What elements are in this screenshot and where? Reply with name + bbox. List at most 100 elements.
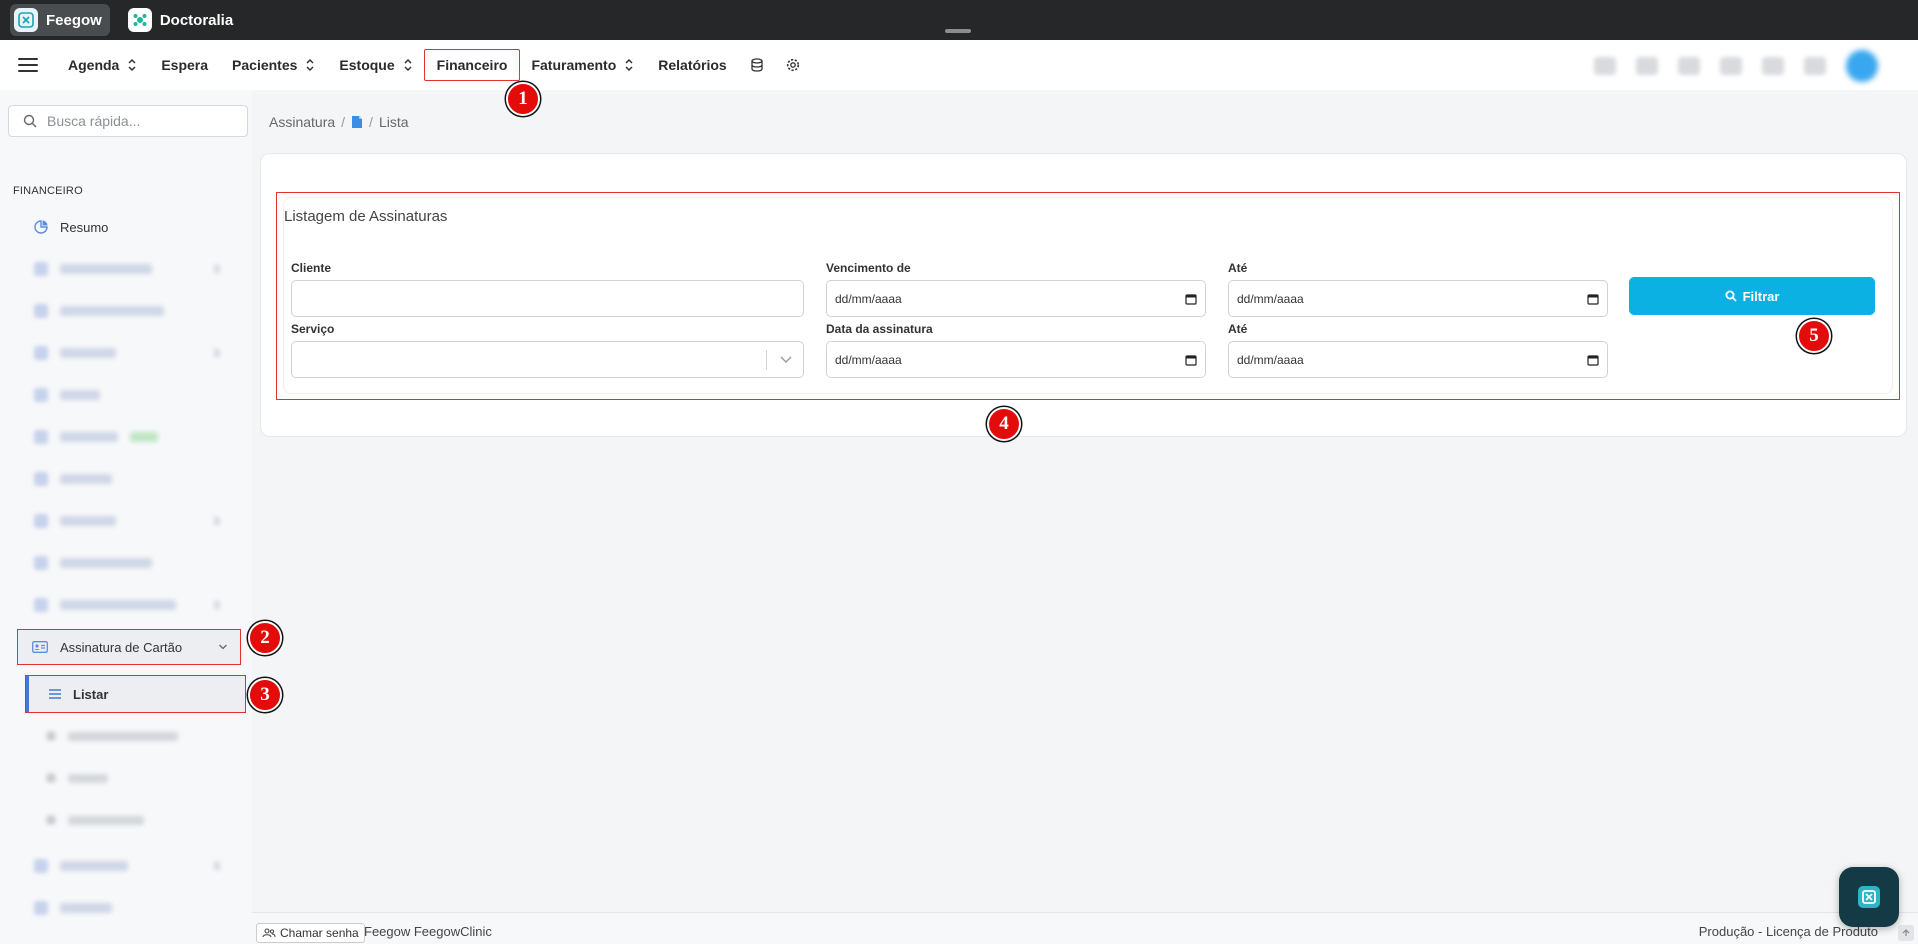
blurred-icon [34, 346, 48, 360]
sidebar-item-blurred[interactable] [22, 293, 234, 329]
cliente-label: Cliente [291, 261, 332, 275]
sidebar-item-blurred[interactable] [22, 419, 234, 455]
arrow-up-icon[interactable] [1898, 925, 1914, 941]
calendar-icon[interactable] [1587, 293, 1599, 305]
sidebar-item-assinatura-cartao[interactable]: Assinatura de Cartão [17, 629, 241, 665]
cliente-input[interactable] [291, 280, 804, 317]
sidebar-item-blurred[interactable] [22, 335, 234, 371]
sidebar-subitem-label: Listar [73, 686, 109, 702]
phone-icon[interactable] [1594, 57, 1616, 75]
vencimento-label: Vencimento de [826, 261, 911, 275]
bell-icon[interactable] [1804, 57, 1826, 75]
blurred-label [68, 731, 178, 741]
avatar[interactable] [1846, 50, 1878, 82]
feegow-chat-icon [1858, 886, 1880, 908]
blurred-icon [34, 388, 48, 402]
blurred-label [60, 306, 164, 316]
user-icon[interactable] [1720, 57, 1742, 75]
data-assinatura-ate-input[interactable]: dd/mm/aaaa [1228, 341, 1608, 378]
blurred-badge [130, 432, 158, 442]
blurred-icon [34, 598, 48, 612]
chevron-down-icon [219, 644, 227, 650]
nav-pacientes[interactable]: Pacientes [220, 50, 327, 80]
filter-icon[interactable] [1678, 57, 1700, 75]
data-assinatura-input[interactable]: dd/mm/aaaa [826, 341, 1206, 378]
blurred-label [60, 861, 128, 871]
nav-label: Estoque [339, 57, 395, 73]
sidebar-subitem-listar[interactable]: Listar [25, 675, 246, 713]
calendar-icon[interactable] [1587, 354, 1599, 366]
blurred-icon [34, 304, 48, 318]
nav-label: Pacientes [232, 57, 298, 73]
nav-financeiro[interactable]: Financeiro [423, 49, 521, 81]
blurred-icon [46, 773, 56, 783]
breadcrumb-lista: Lista [378, 114, 409, 130]
blurred-label [60, 558, 152, 568]
filtrar-button[interactable]: Filtrar [1629, 277, 1875, 315]
nav-relatorios[interactable]: Relatórios [646, 50, 738, 80]
blurred-icon [46, 815, 56, 825]
chat-icon[interactable] [1762, 57, 1784, 75]
calendar-icon[interactable] [1185, 354, 1197, 366]
app-tab-doctoralia[interactable]: Doctoralia [124, 4, 241, 36]
sidebar-subitem-blurred[interactable] [34, 718, 178, 754]
sidebar-item-blurred[interactable] [22, 848, 234, 884]
chamar-senha-button[interactable]: Chamar senha [256, 923, 365, 943]
date-placeholder: dd/mm/aaaa [835, 352, 902, 367]
chevron-down-icon[interactable] [779, 352, 793, 366]
nav-agenda[interactable]: Agenda [56, 50, 149, 80]
pie-chart-icon [34, 220, 48, 234]
vencimento-ate-input[interactable]: dd/mm/aaaa [1228, 280, 1608, 317]
chamar-senha-label: Chamar senha [280, 926, 359, 940]
sidebar-subitem-blurred[interactable] [34, 802, 144, 838]
servico-label: Serviço [291, 322, 335, 336]
breadcrumb-assinatura[interactable]: Assinatura [269, 114, 335, 130]
blurred-label [60, 348, 116, 358]
main-navbar: Agenda Espera Pacientes Estoque Financei… [0, 40, 1918, 90]
footer-brand: Feegow FeegowClinic [364, 924, 492, 939]
blurred-label [68, 815, 144, 825]
servico-select[interactable] [291, 341, 804, 378]
list-icon [49, 689, 61, 699]
app-tab-label: Feegow [46, 11, 102, 29]
nav-espera[interactable]: Espera [149, 50, 220, 80]
sidebar-item-blurred[interactable] [22, 377, 234, 413]
sidebar-item-blurred[interactable] [22, 461, 234, 497]
chevron-right-icon [214, 862, 220, 870]
sidebar-item-blurred[interactable] [22, 587, 234, 623]
blurred-label [60, 390, 100, 400]
blurred-label [60, 264, 152, 274]
sidebar: FINANCEIRO Resumo Assinatura de Cartão L… [0, 90, 252, 944]
id-card-icon [32, 641, 48, 653]
message-icon[interactable] [1636, 57, 1658, 75]
menu-icon[interactable] [18, 55, 38, 75]
chevron-updown-icon [404, 58, 412, 72]
drag-handle[interactable] [945, 29, 971, 33]
blurred-label [60, 474, 112, 484]
chat-fab-button[interactable] [1839, 867, 1899, 927]
quick-search[interactable] [8, 105, 248, 137]
search-input[interactable] [47, 113, 227, 129]
nav-estoque[interactable]: Estoque [327, 50, 424, 80]
file-icon [352, 116, 363, 128]
app-tab-feegow[interactable]: Feegow [10, 4, 110, 36]
blurred-icon [34, 472, 48, 486]
nav-label: Relatórios [658, 57, 727, 73]
sidebar-item-blurred[interactable] [22, 890, 234, 926]
sidebar-item-blurred[interactable] [22, 251, 234, 287]
vencimento-de-input[interactable]: dd/mm/aaaa [826, 280, 1206, 317]
sidebar-item-blurred[interactable] [22, 545, 234, 581]
sidebar-subitem-blurred[interactable] [34, 760, 108, 796]
sidebar-item-blurred[interactable] [22, 503, 234, 539]
breadcrumb: Assinatura / / Lista [269, 114, 409, 130]
database-icon[interactable] [739, 50, 775, 80]
nav-label: Financeiro [436, 57, 508, 73]
card-title: Listagem de Assinaturas [284, 208, 448, 225]
calendar-icon[interactable] [1185, 293, 1197, 305]
chevron-updown-icon [306, 58, 314, 72]
date-placeholder: dd/mm/aaaa [1237, 291, 1304, 306]
sidebar-item-resumo[interactable]: Resumo [22, 209, 234, 245]
nav-faturamento[interactable]: Faturamento [519, 50, 646, 80]
gear-icon[interactable] [775, 50, 811, 80]
blurred-label [68, 773, 108, 783]
